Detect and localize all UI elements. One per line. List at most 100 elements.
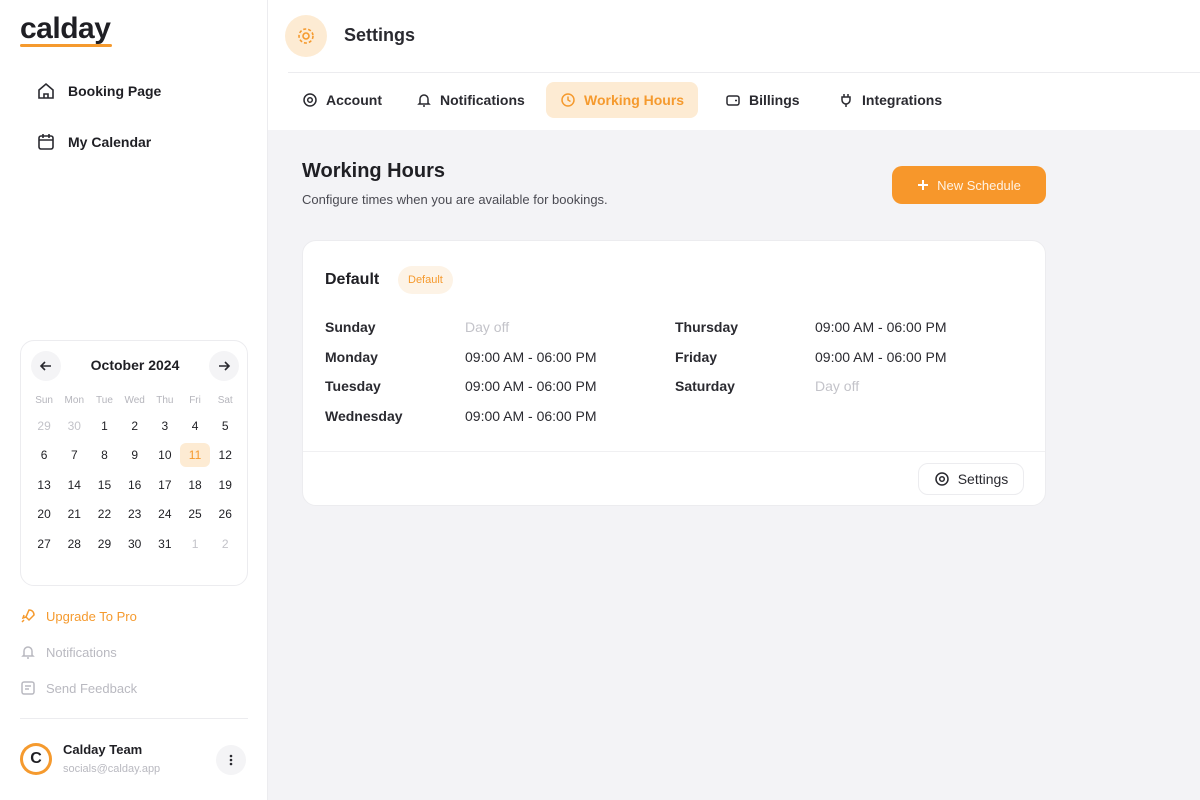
calendar-day[interactable]: 9	[120, 443, 150, 467]
sidebar-item-booking-page[interactable]: Booking Page	[36, 81, 161, 101]
page-title: Settings	[344, 25, 416, 45]
feedback-label: Send Feedback	[46, 680, 138, 696]
weekday-label: Thu	[156, 395, 174, 406]
weekday-row: Sun Mon Tue Wed Thu Fri Sat	[29, 391, 241, 411]
section-title: Working Hours	[302, 160, 445, 182]
calendar-day[interactable]: 30	[120, 532, 150, 556]
tab-label: Integrations	[862, 92, 943, 108]
avatar-initial: C	[23, 746, 49, 772]
calendar-day[interactable]: 29	[29, 414, 59, 438]
schedule-settings-button[interactable]: Settings	[918, 463, 1024, 495]
calendar-day[interactable]: 15	[89, 473, 119, 497]
calendar-day[interactable]: 20	[29, 502, 59, 526]
calendar-day[interactable]: 29	[89, 532, 119, 556]
upgrade-to-pro-link[interactable]: Upgrade To Pro	[20, 608, 137, 624]
calendar-day[interactable]: 3	[150, 414, 180, 438]
new-schedule-label: New Schedule	[937, 177, 1021, 193]
new-schedule-button[interactable]: New Schedule	[892, 166, 1046, 204]
week-row: 6 7 8 9 10 11 12	[29, 441, 241, 471]
weekday-label: Mon	[64, 395, 84, 406]
day-label: Thursday	[675, 319, 739, 335]
plus-icon	[918, 180, 929, 190]
logo[interactable]: calday	[20, 12, 111, 46]
bell-icon	[417, 94, 431, 107]
calendar-grid: Sun Mon Tue Wed Thu Fri Sat 29 30 1 2 3 4 5 6 7 8 9 10 11 12…	[29, 391, 241, 559]
day-hours: Day off	[465, 319, 510, 335]
week-row: 20 21 22 23 24 25 26	[29, 500, 241, 530]
schedule-name: Default	[325, 271, 380, 288]
calendar-day[interactable]: 31	[150, 532, 180, 556]
tab-working-hours[interactable]: Working Hours	[546, 82, 699, 118]
calendar-day[interactable]: 11	[179, 443, 211, 468]
tab-billings[interactable]: Billings	[711, 82, 814, 118]
calendar-day[interactable]: 24	[150, 502, 180, 526]
week-row: 27 28 29 30 31 1 2	[29, 529, 241, 559]
notifications-label: Notifications	[46, 644, 117, 660]
day-label: Tuesday	[325, 378, 381, 394]
calendar-day[interactable]: 10	[150, 443, 180, 467]
bell-icon	[21, 646, 35, 659]
calendar-day[interactable]: 14	[59, 473, 89, 497]
sidebar-notifications-link[interactable]: Notifications	[20, 644, 117, 660]
calendar-day[interactable]: 2	[120, 414, 150, 438]
calendar-header: October 2024	[21, 351, 249, 381]
calendar-day[interactable]: 30	[59, 414, 89, 438]
calendar-day[interactable]: 5	[210, 414, 240, 438]
tab-label: Notifications	[440, 92, 525, 108]
day-hours: 09:00 AM - 06:00 PM	[465, 349, 597, 365]
calendar-day[interactable]: 4	[180, 414, 210, 438]
calendar-icon	[38, 134, 54, 150]
weekday-label: Wed	[124, 395, 145, 406]
day-hours: Day off	[815, 378, 860, 394]
calendar-day[interactable]: 6	[29, 443, 59, 467]
weekday-label: Fri	[189, 395, 201, 406]
sidebar-item-my-calendar[interactable]: My Calendar	[36, 132, 151, 152]
calendar-day[interactable]: 1	[180, 532, 210, 556]
schedule-card: Default Default Sunday Day off Monday 09…	[302, 240, 1046, 506]
home-icon	[38, 82, 54, 99]
arrow-right-icon	[219, 361, 231, 371]
weekday-label: Sat	[217, 395, 233, 406]
tab-label: Account	[326, 92, 382, 108]
plug-icon	[841, 94, 851, 107]
avatar[interactable]: C	[20, 743, 52, 775]
user-menu-button[interactable]	[216, 745, 246, 775]
calendar-day[interactable]: 18	[180, 473, 210, 497]
calendar-day[interactable]: 26	[210, 502, 240, 526]
tab-integrations[interactable]: Integrations	[824, 82, 956, 118]
day-label: Wednesday	[325, 408, 403, 424]
calendar-day[interactable]: 7	[59, 443, 89, 467]
calendar-day[interactable]: 27	[29, 532, 59, 556]
calendar-day[interactable]: 13	[29, 473, 59, 497]
gear-icon	[298, 28, 314, 44]
calendar-day[interactable]: 23	[120, 502, 150, 526]
clock-icon	[561, 93, 575, 107]
settings-button-label: Settings	[957, 471, 1009, 487]
next-month-button[interactable]	[209, 351, 239, 381]
logo-underline	[20, 44, 112, 47]
day-label: Saturday	[675, 378, 735, 394]
calendar-day[interactable]: 21	[59, 502, 89, 526]
user-email: socials@calday.app	[63, 763, 161, 775]
calendar-day[interactable]: 12	[210, 443, 240, 467]
calendar-day[interactable]: 19	[210, 473, 240, 497]
calendar-day[interactable]: 25	[180, 502, 210, 526]
settings-header-icon-wrap	[285, 15, 327, 57]
tab-label: Working Hours	[584, 92, 685, 108]
tab-account[interactable]: Account	[288, 82, 396, 118]
sidebar-item-label: Booking Page	[68, 83, 162, 99]
send-feedback-link[interactable]: Send Feedback	[20, 680, 137, 696]
day-label: Sunday	[325, 319, 376, 335]
more-vertical-icon	[229, 754, 233, 766]
tab-notifications[interactable]: Notifications	[402, 82, 539, 118]
mini-calendar: October 2024 Sun Mon Tue Wed Thu Fri Sat 29 30 1 2…	[20, 340, 248, 586]
topbar: Settings Account Notifications Working H…	[268, 0, 1200, 130]
calendar-day[interactable]: 8	[89, 443, 119, 467]
calendar-day[interactable]: 22	[89, 502, 119, 526]
calendar-day[interactable]: 28	[59, 532, 89, 556]
calendar-day[interactable]: 2	[210, 532, 240, 556]
calendar-day[interactable]: 17	[150, 473, 180, 497]
card-divider	[303, 451, 1045, 452]
calendar-day[interactable]: 1	[89, 414, 119, 438]
calendar-day[interactable]: 16	[120, 473, 150, 497]
